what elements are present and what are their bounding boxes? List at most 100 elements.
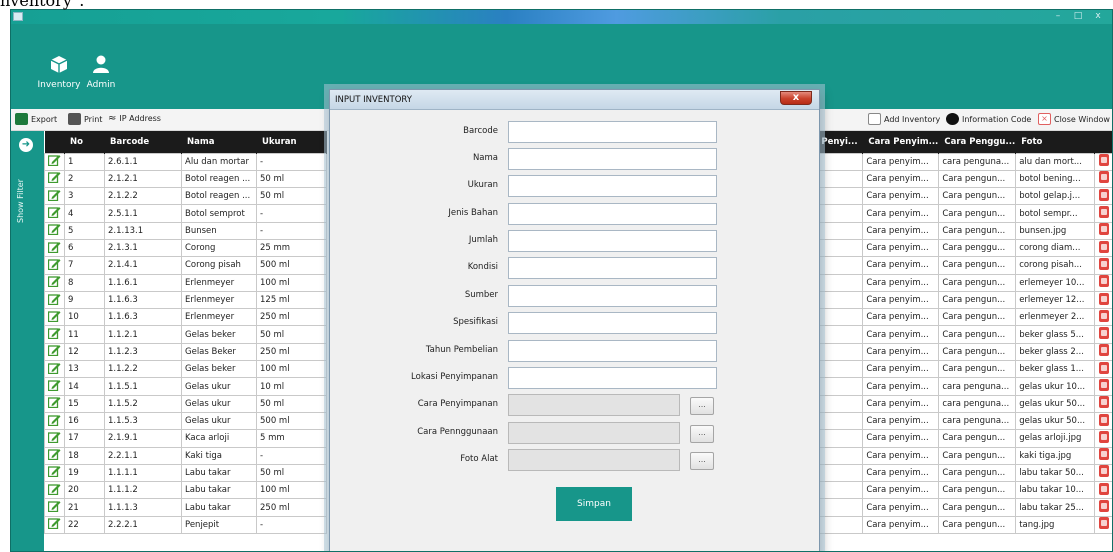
cell-nama[interactable]: Erlenmeyer — [181, 290, 257, 310]
cell-no[interactable]: 13 — [64, 360, 105, 379]
cell-cara-penggunaan[interactable]: Cara pengun... — [938, 429, 1017, 448]
column-header-cara-penyimpanan[interactable]: Cara Penyim... — [862, 131, 940, 153]
cell-cara-penyimpanan[interactable]: Cara penyim... — [862, 273, 940, 292]
cell-cara-penggunaan[interactable]: Cara pengun... — [938, 446, 1017, 465]
trash-icon[interactable] — [1099, 309, 1109, 322]
delete-cell[interactable] — [1094, 515, 1112, 535]
table-row[interactable]: 5 2.1.13.1 Bunsen - — [44, 221, 327, 240]
table-row[interactable]: 1 2.6.1.1 Alu dan mortar - — [44, 152, 327, 171]
cell-cara-penggunaan[interactable]: Cara pengun... — [938, 498, 1017, 517]
add-inventory-button[interactable]: Add Inventory — [868, 113, 940, 125]
dialog-close-button[interactable]: x — [780, 91, 812, 105]
cell-cara-penggunaan[interactable]: Cara pengun... — [938, 463, 1017, 483]
browse-button[interactable]: ... — [690, 425, 714, 443]
cell-cara-penggunaan[interactable]: Cara pengun... — [938, 325, 1017, 344]
cell-ukuran[interactable]: 50 ml — [256, 394, 327, 413]
delete-cell[interactable] — [1094, 256, 1112, 275]
table-row[interactable]: 15 1.1.5.2 Gelas ukur 50 ml — [44, 394, 327, 413]
delete-cell[interactable] — [1094, 187, 1112, 206]
cell-ukuran[interactable]: 500 ml — [256, 256, 327, 275]
edit-icon[interactable] — [47, 154, 61, 167]
table-row[interactable]: 11 1.1.2.1 Gelas beker 50 ml — [44, 325, 327, 344]
cell-nama[interactable]: Gelas ukur — [181, 377, 257, 396]
edit-cell[interactable] — [44, 515, 65, 535]
cell-cara-penyimpanan[interactable]: Cara penyim... — [862, 290, 940, 310]
trash-icon[interactable] — [1099, 482, 1109, 495]
cell-ukuran[interactable]: - — [256, 515, 327, 535]
edit-cell[interactable] — [44, 429, 65, 448]
cell-cara-penggunaan[interactable]: Cara pengun... — [938, 342, 1017, 362]
trash-icon[interactable] — [1099, 257, 1109, 270]
column-header-nama[interactable]: Nama — [181, 131, 257, 153]
edit-icon[interactable] — [47, 517, 61, 530]
ip-address-button[interactable]: ≈ IP Address — [108, 113, 161, 124]
edit-cell[interactable] — [44, 308, 65, 327]
table-row[interactable]: 21 1.1.1.3 Labu takar 250 ml — [44, 498, 327, 517]
edit-icon[interactable] — [47, 431, 61, 444]
edit-icon[interactable] — [47, 293, 61, 305]
edit-cell[interactable] — [44, 377, 65, 396]
export-button[interactable]: Export — [15, 113, 57, 125]
cell-cara-penggunaan[interactable]: Cara pengun... — [938, 204, 1017, 223]
edit-cell[interactable] — [44, 360, 65, 379]
cell-foto[interactable]: alu dan mort... — [1015, 152, 1096, 171]
cell-cara-penggunaan[interactable]: cara penguna... — [938, 377, 1017, 396]
table-row[interactable]: Cara penyim... Cara pengun... erlenmeyer 2… — [809, 308, 1112, 327]
cell-cara-penggunaan[interactable]: Cara pengun... — [938, 515, 1017, 535]
table-row[interactable]: Cara penyim... Cara pengun... botol gelap.… — [809, 187, 1112, 206]
cell-nama[interactable]: Gelas ukur — [181, 394, 257, 413]
cell-nama[interactable]: Corong — [181, 238, 257, 258]
trash-icon[interactable] — [1099, 223, 1109, 236]
delete-cell[interactable] — [1094, 169, 1112, 189]
maximize-button[interactable]: □ — [1068, 11, 1088, 22]
cell-foto[interactable]: bunsen.jpg — [1015, 221, 1096, 240]
close-window-button[interactable]: x — [1088, 11, 1108, 22]
delete-cell[interactable] — [1094, 290, 1112, 310]
cell-nama[interactable]: Erlenmeyer — [181, 308, 257, 327]
cell-cara-penggunaan[interactable]: cara penguna... — [938, 394, 1017, 413]
cell-foto[interactable]: botol sempr... — [1015, 204, 1096, 223]
edit-cell[interactable] — [44, 411, 65, 431]
delete-cell[interactable] — [1094, 342, 1112, 362]
field-input[interactable] — [508, 230, 717, 252]
cell-barcode[interactable]: 1.1.2.2 — [104, 360, 182, 379]
cell-ukuran[interactable]: - — [256, 221, 327, 240]
cell-ukuran[interactable]: 125 ml — [256, 290, 327, 310]
table-row[interactable]: 16 1.1.5.3 Gelas ukur 500 ml — [44, 411, 327, 431]
edit-cell[interactable] — [44, 463, 65, 483]
trash-icon[interactable] — [1099, 188, 1109, 201]
trash-icon[interactable] — [1099, 379, 1109, 391]
edit-icon[interactable] — [47, 258, 61, 271]
table-row[interactable]: 13 1.1.2.2 Gelas beker 100 ml — [44, 360, 327, 379]
cell-foto[interactable]: corong pisah... — [1015, 256, 1096, 275]
edit-icon[interactable] — [47, 223, 61, 236]
cell-cara-penyimpanan[interactable]: Cara penyim... — [862, 515, 940, 535]
table-row[interactable]: Cara penyim... Cara pengun... beker glass … — [809, 342, 1112, 362]
cell-barcode[interactable]: 2.6.1.1 — [104, 152, 182, 171]
cell-nama[interactable]: Penjepit — [181, 515, 257, 535]
table-row[interactable]: Cara penyim... Cara pengun... gelas arloji… — [809, 429, 1112, 448]
table-row[interactable]: 19 1.1.1.1 Labu takar 50 ml — [44, 463, 327, 483]
cell-foto[interactable]: beker glass 2... — [1015, 342, 1096, 362]
cell-cara-penyimpanan[interactable]: Cara penyim... — [862, 308, 940, 327]
trash-icon[interactable] — [1099, 344, 1109, 357]
cell-cara-penggunaan[interactable]: cara penguna... — [938, 411, 1017, 431]
cell-no[interactable]: 3 — [64, 187, 105, 206]
table-row[interactable]: 3Cara penyim...Cara pengun...kaki tiga.j… — [809, 446, 1112, 465]
cell-barcode[interactable]: 1.1.2.1 — [104, 325, 182, 344]
field-input[interactable] — [508, 257, 717, 279]
table-row[interactable]: 8 1.1.6.1 Erlenmeyer 100 ml — [44, 273, 327, 292]
cell-ukuran[interactable]: 100 ml — [256, 273, 327, 292]
cell-nama[interactable]: Alu dan mortar — [181, 152, 257, 171]
trash-icon[interactable] — [1099, 171, 1109, 184]
cell-cara-penggunaan[interactable]: Cara pengun... — [938, 273, 1017, 292]
cell-cara-penyimpanan[interactable]: Cara penyim... — [862, 152, 940, 171]
table-row[interactable]: Cara penyim... Cara pengun... labu takar 2… — [809, 498, 1112, 517]
cell-nama[interactable]: Botol reagen ... — [181, 187, 257, 206]
cell-cara-penyimpanan[interactable]: Cara penyim... — [862, 394, 940, 413]
cell-cara-penyimpanan[interactable]: Cara penyim... — [862, 221, 940, 240]
cell-barcode[interactable]: 1.1.6.3 — [104, 290, 182, 310]
trash-icon[interactable] — [1099, 430, 1109, 443]
cell-barcode[interactable]: 2.2.1.1 — [104, 446, 182, 465]
edit-cell[interactable] — [44, 394, 65, 413]
